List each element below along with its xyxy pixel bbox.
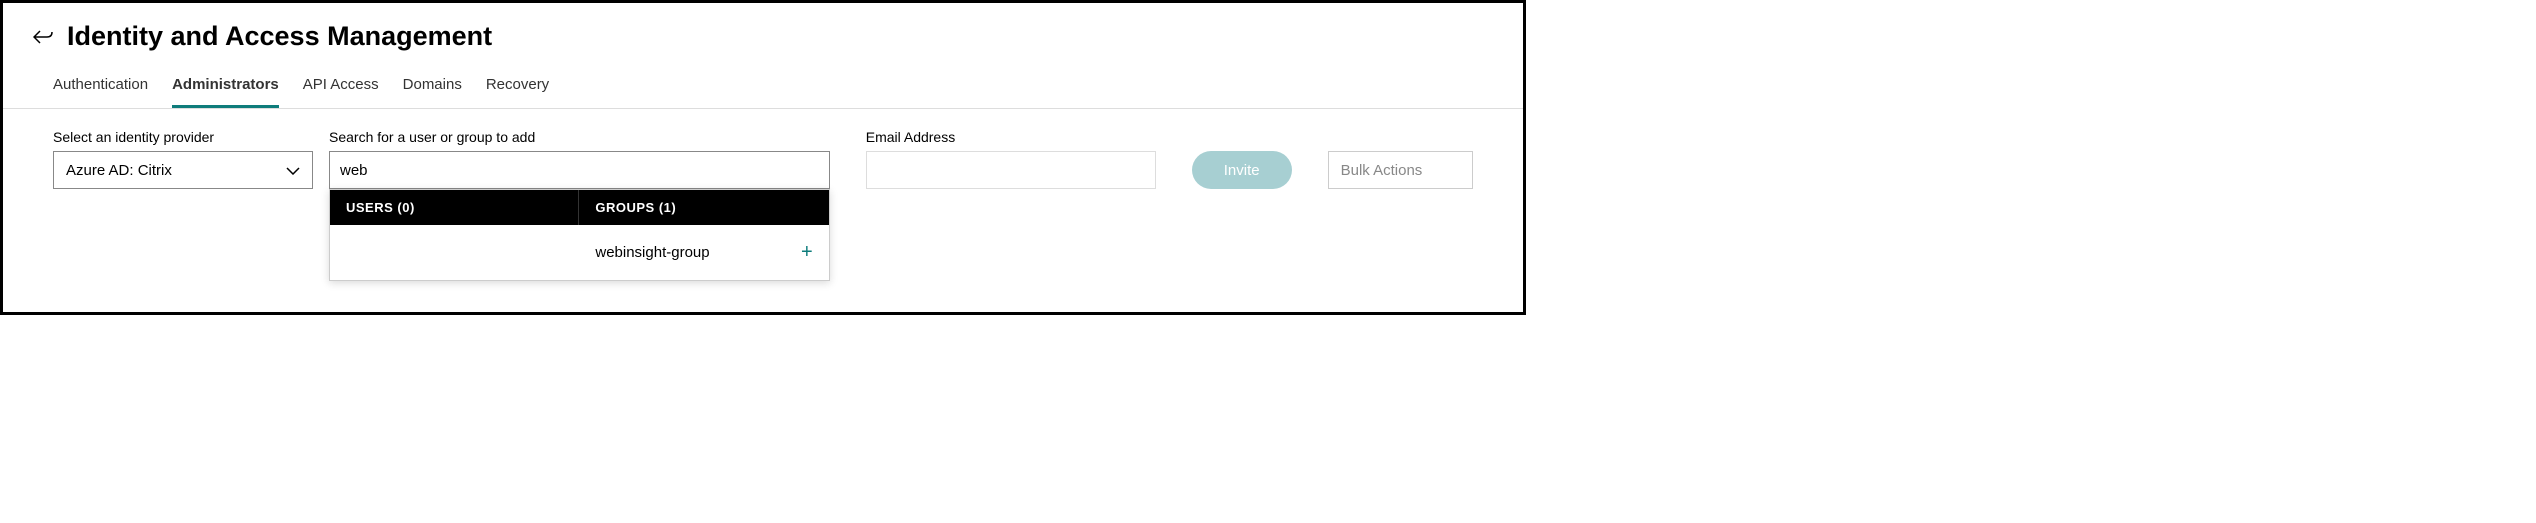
email-input[interactable] (866, 151, 1156, 189)
tab-administrators[interactable]: Administrators (172, 76, 279, 108)
bulk-actions-label: Bulk Actions (1341, 162, 1423, 179)
idp-label: Select an identity provider (53, 129, 313, 145)
page-title: Identity and Access Management (67, 21, 492, 52)
tab-recovery[interactable]: Recovery (486, 76, 549, 108)
tab-api-access[interactable]: API Access (303, 76, 379, 108)
search-label: Search for a user or group to add (329, 129, 830, 145)
search-input[interactable] (329, 151, 830, 189)
group-result-name: webinsight-group (595, 244, 709, 261)
users-column-header: USERS (0) (330, 190, 579, 225)
search-dropdown: USERS (0) GROUPS (1) webinsight-group + (329, 189, 830, 281)
bulk-actions-select[interactable]: Bulk Actions (1328, 151, 1473, 189)
tab-bar: Authentication Administrators API Access… (3, 52, 1523, 109)
email-label: Email Address (866, 129, 1156, 145)
add-group-icon[interactable]: + (801, 241, 813, 264)
groups-column-header: GROUPS (1) (579, 190, 828, 225)
invite-button[interactable]: Invite (1192, 151, 1292, 189)
chevron-down-icon (286, 162, 300, 178)
users-results-empty (330, 225, 579, 280)
back-arrow-icon[interactable] (33, 29, 53, 45)
group-result-item[interactable]: webinsight-group + (579, 225, 828, 280)
tab-authentication[interactable]: Authentication (53, 76, 148, 108)
tab-domains[interactable]: Domains (403, 76, 462, 108)
idp-select-value: Azure AD: Citrix (66, 162, 172, 179)
idp-select[interactable]: Azure AD: Citrix (53, 151, 313, 189)
